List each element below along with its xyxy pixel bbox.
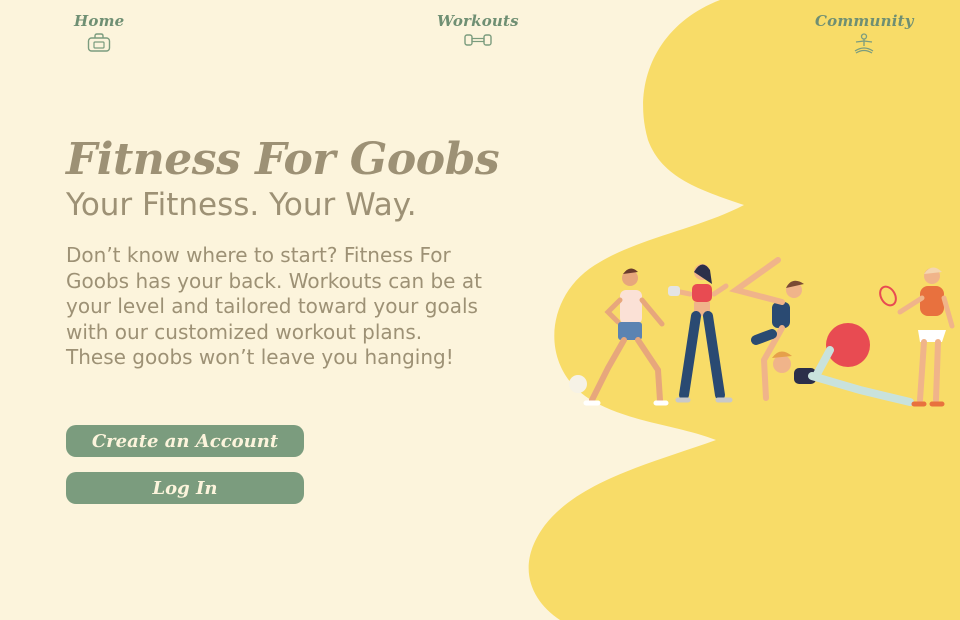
nav-home[interactable]: Home (74, 12, 124, 53)
hero-subtitle: Your Fitness. Your Way. (66, 187, 417, 223)
runner-figure (583, 268, 669, 406)
dumbbell-woman-figure (668, 264, 733, 403)
fitness-people-illustration (569, 257, 955, 407)
hero-description: Don’t know where to start? Fitness For G… (66, 243, 482, 369)
nav-community-label: Community (815, 12, 914, 30)
dumbbell-icon (464, 34, 492, 46)
nav-community[interactable]: Community (815, 12, 914, 55)
nav-workouts[interactable]: Workouts (437, 12, 519, 47)
nav-home-label: Home (74, 12, 125, 30)
nav-workouts-label: Workouts (437, 12, 519, 30)
create-account-button[interactable]: Create an Account (66, 425, 304, 457)
stretching-woman-figure (729, 257, 804, 401)
tennis-woman-figure (879, 267, 955, 407)
gym-bag-icon (88, 33, 111, 52)
log-in-button[interactable]: Log In (66, 472, 304, 504)
meditation-person-icon (854, 33, 874, 54)
ball-woman-figure (772, 323, 914, 406)
page-title: Fitness For Goobs (66, 134, 500, 185)
